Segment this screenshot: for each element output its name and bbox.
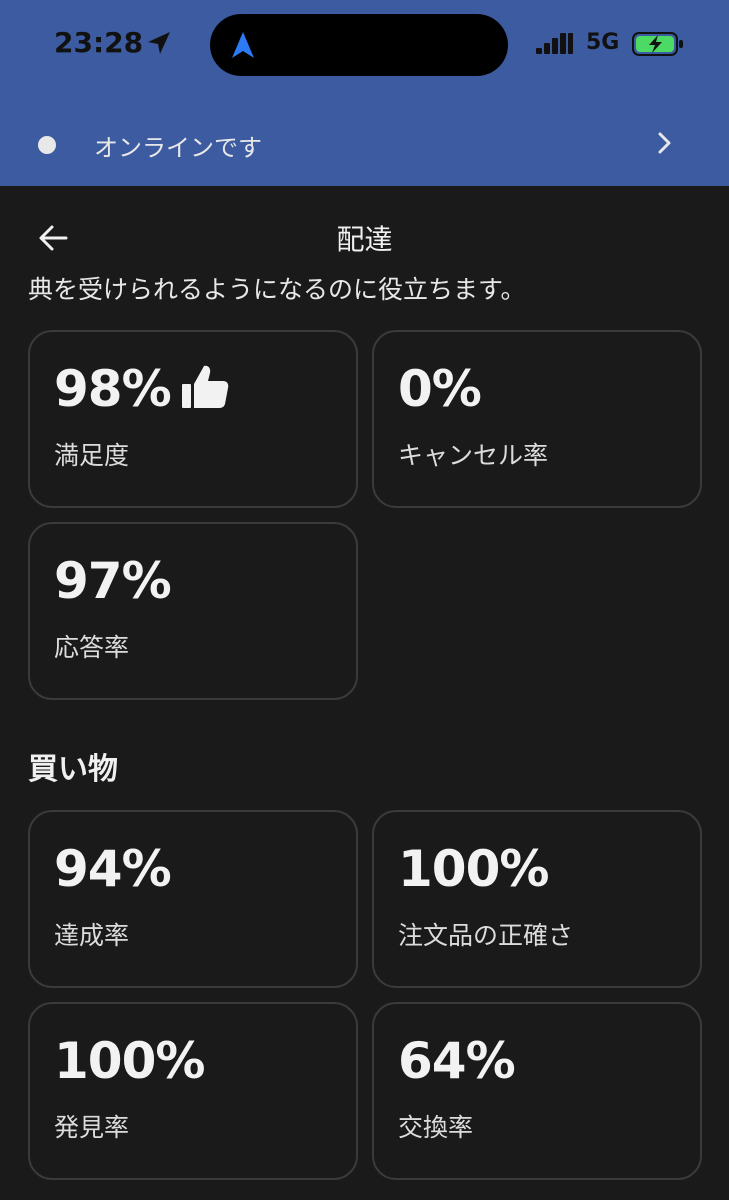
location-arrow-icon: [148, 32, 170, 54]
dynamic-island: [210, 14, 508, 76]
page-title: 配達: [336, 223, 393, 256]
navigation-arrow-icon: [232, 32, 254, 58]
chevron-right-icon: [658, 132, 671, 154]
section-title-shopping: 買い物: [28, 752, 118, 787]
battery-charging-icon: [632, 32, 683, 56]
metric-label: 応答率: [54, 633, 130, 662]
page-header: 配達: [0, 210, 729, 270]
online-indicator-dot: [38, 136, 56, 154]
metric-card-found-rate: 100% 発見率: [28, 1002, 358, 1180]
status-time: 23:28: [54, 26, 144, 59]
signal-icon: [536, 33, 573, 54]
network-type: 5G: [586, 30, 620, 55]
intro-text: 典を受けられるようになるのに役立ちます。: [28, 275, 526, 304]
metric-card-replacement-rate: 64% 交換率: [372, 1002, 702, 1180]
metric-card-satisfaction: 98% 満足度: [28, 330, 358, 508]
metric-value: 100%: [54, 1032, 205, 1090]
online-status-banner[interactable]: オンラインです: [0, 104, 729, 180]
metric-label: キャンセル率: [398, 441, 549, 470]
metric-card-completion: 94% 達成率: [28, 810, 358, 988]
metric-label: 注文品の正確さ: [398, 921, 574, 950]
metric-card-order-accuracy: 100% 注文品の正確さ: [372, 810, 702, 988]
metric-value: 97%: [54, 552, 172, 610]
metric-label: 交換率: [398, 1113, 474, 1142]
metric-label: 達成率: [54, 921, 130, 950]
metric-value: 94%: [54, 840, 172, 898]
metric-label: 満足度: [54, 441, 130, 470]
metric-card-response: 97% 応答率: [28, 522, 358, 700]
metric-value: 98%: [54, 360, 172, 418]
thumbs-up-icon: [182, 365, 229, 408]
metric-value: 64%: [398, 1032, 516, 1090]
status-bar: 23:28 5G オンラインです: [0, 0, 729, 186]
metric-value: 0%: [398, 360, 482, 418]
metric-label: 発見率: [54, 1113, 130, 1142]
metric-card-cancellation: 0% キャンセル率: [372, 330, 702, 508]
online-status-text: オンラインです: [94, 134, 262, 162]
metric-value: 100%: [398, 840, 549, 898]
